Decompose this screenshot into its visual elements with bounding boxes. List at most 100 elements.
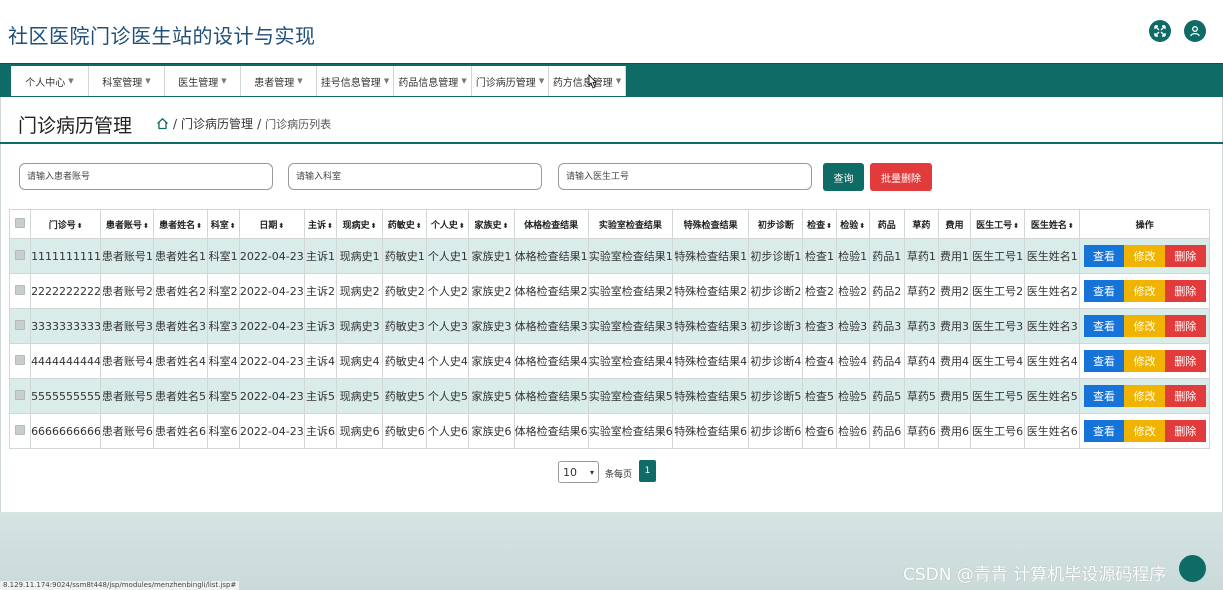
column-header[interactable]: 检验⬍	[835, 209, 870, 239]
table-cell: 费用6	[937, 413, 972, 449]
row-checkbox[interactable]	[15, 424, 26, 435]
user-menu-button[interactable]	[1184, 20, 1206, 42]
view-button[interactable]: 查看	[1083, 280, 1125, 302]
table-cell: 特殊检查结果6	[672, 413, 750, 449]
delete-button[interactable]: 删除	[1165, 350, 1206, 372]
column-header[interactable]: 科室⬍	[206, 209, 240, 239]
department-input[interactable]	[288, 163, 542, 190]
table-cell: 家族史3	[468, 308, 515, 344]
caret-down-icon: ▼	[383, 77, 390, 85]
edit-button[interactable]: 修改	[1124, 245, 1166, 267]
table-cell: 草药1	[903, 238, 939, 274]
table-cell: 2022-04-23	[238, 343, 305, 379]
nav-item-registration[interactable]: 挂号信息管理 ▼	[317, 66, 394, 96]
table-cell: 实验室检查结果2	[587, 273, 674, 309]
table-cell: 现病史5	[336, 378, 384, 414]
table-cell: 个人史6	[426, 413, 470, 449]
breadcrumb-item[interactable]: 门诊病历管理	[181, 115, 253, 132]
column-header[interactable]: 主诉⬍	[303, 209, 338, 239]
edit-button[interactable]: 修改	[1124, 420, 1166, 442]
main-navbar: 个人中心 ▼ 科室管理 ▼ 医生管理 ▼ 患者管理 ▼ 挂号信息管理 ▼ 药品信息管理 ▼ …	[0, 63, 1223, 97]
table-cell: 药品6	[868, 413, 905, 449]
batch-delete-button[interactable]: 批量删除	[870, 163, 932, 191]
row-select-cell	[8, 273, 32, 309]
column-header[interactable]: 患者账号⬍	[100, 209, 155, 239]
column-header[interactable]: 检查⬍	[802, 209, 837, 239]
edit-button[interactable]: 修改	[1124, 350, 1166, 372]
column-header-label: 药敏史	[387, 220, 415, 231]
column-header[interactable]: 药敏史⬍	[382, 209, 428, 239]
nav-item-personal-center[interactable]: 个人中心 ▼	[11, 66, 89, 96]
table-cell: 主诉5	[303, 378, 338, 414]
edit-button[interactable]: 修改	[1124, 315, 1166, 337]
view-button[interactable]: 查看	[1083, 350, 1125, 372]
watermark-text: CSDN @青青 计算机毕设源码程序	[903, 565, 1167, 585]
table-cell: 体格检查结果6	[513, 413, 589, 449]
column-header[interactable]: 家族史⬍	[468, 209, 515, 239]
delete-button[interactable]: 删除	[1165, 315, 1206, 337]
column-header[interactable]: 现病史⬍	[336, 209, 384, 239]
table-cell: 患者账号1	[100, 238, 155, 274]
table-cell: 患者账号4	[100, 343, 155, 379]
column-header[interactable]: 患者姓名⬍	[153, 209, 208, 239]
select-all-checkbox[interactable]	[15, 217, 26, 228]
edit-button[interactable]: 修改	[1124, 280, 1166, 302]
table-cell: 主诉1	[303, 238, 338, 274]
patient-account-input[interactable]	[19, 163, 273, 190]
view-button[interactable]: 查看	[1083, 385, 1125, 407]
table-cell: 特殊检查结果2	[672, 273, 750, 309]
column-header-label: 家族史	[474, 220, 502, 231]
sort-icon: ⬍	[1013, 221, 1020, 230]
sort-icon: ⬍	[826, 221, 832, 230]
view-button[interactable]: 查看	[1083, 420, 1125, 442]
breadcrumb-separator: /	[173, 116, 178, 131]
column-header-label: 操作	[1135, 220, 1154, 231]
nav-item-patient[interactable]: 患者管理 ▼	[241, 66, 317, 96]
caret-down-icon: ▼	[297, 77, 303, 85]
back-to-top-button[interactable]	[1179, 555, 1206, 582]
table-cell: 现病史6	[336, 413, 384, 449]
table-cell: 费用5	[937, 378, 972, 414]
nav-item-outpatient-record[interactable]: 门诊病历管理 ▼	[472, 66, 549, 96]
fullscreen-button[interactable]	[1149, 20, 1171, 42]
doctor-id-input[interactable]	[558, 163, 812, 190]
delete-button[interactable]: 删除	[1165, 420, 1206, 442]
delete-button[interactable]: 删除	[1165, 280, 1206, 302]
column-header[interactable]: 日期⬍	[238, 209, 305, 239]
column-header-label: 医生工号	[976, 220, 1013, 231]
page-size-value: 10	[563, 465, 577, 479]
row-checkbox[interactable]	[15, 389, 26, 400]
edit-button[interactable]: 修改	[1124, 385, 1166, 407]
nav-item-label: 医生管理	[178, 77, 219, 89]
delete-button[interactable]: 删除	[1165, 385, 1206, 407]
nav-item-department[interactable]: 科室管理 ▼	[89, 66, 165, 96]
column-header[interactable]: 医生姓名⬍	[1024, 209, 1081, 239]
row-checkbox[interactable]	[15, 354, 26, 365]
row-actions: 查看 修改 删除	[1083, 385, 1206, 407]
table-cell: 家族史5	[468, 378, 515, 414]
view-button[interactable]: 查看	[1083, 245, 1125, 267]
table-cell: 个人史1	[426, 238, 470, 274]
page-size-select[interactable]: 10 ▾	[558, 461, 599, 483]
home-icon[interactable]	[156, 117, 169, 130]
row-actions-cell: 查看 修改 删除	[1079, 413, 1210, 449]
table-cell: 体格检查结果1	[513, 238, 589, 274]
delete-button[interactable]: 删除	[1165, 245, 1206, 267]
caret-down-icon: ▼	[221, 77, 227, 85]
page-number-button[interactable]: 1	[639, 460, 656, 482]
nav-item-doctor[interactable]: 医生管理 ▼	[165, 66, 241, 96]
table-cell: 费用1	[937, 238, 972, 274]
table-cell: 医生姓名2	[1024, 273, 1081, 309]
search-button[interactable]: 查询	[823, 163, 864, 191]
view-button[interactable]: 查看	[1083, 315, 1125, 337]
row-checkbox[interactable]	[15, 249, 26, 260]
row-checkbox[interactable]	[15, 319, 26, 330]
table-cell: 医生工号3	[970, 308, 1026, 344]
table-cell: 初步诊断1	[748, 238, 804, 274]
column-header[interactable]: 个人史⬍	[426, 209, 470, 239]
column-header[interactable]: 医生工号⬍	[970, 209, 1026, 239]
column-header[interactable]: 门诊号⬍	[30, 209, 102, 239]
row-checkbox[interactable]	[15, 284, 26, 295]
table-cell: 家族史2	[468, 273, 515, 309]
nav-item-medicine[interactable]: 药品信息管理 ▼	[394, 66, 472, 96]
